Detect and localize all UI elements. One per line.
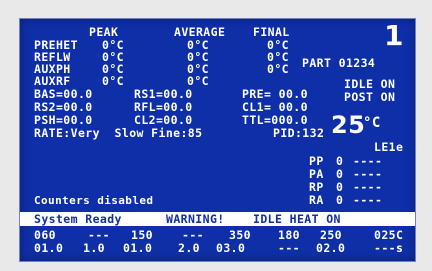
temperature-readout: 25 [331, 111, 366, 139]
counter-pa-dashes: ---- [353, 167, 383, 181]
row-auxrf-peak: 0°C [102, 74, 124, 88]
status-idle-heat: IDLE HEAT ON [253, 212, 341, 226]
bottom-r2-c8: ---s [374, 241, 404, 255]
counter-pp-dashes: ---- [353, 154, 383, 168]
bottom-r1-c2: --- [88, 228, 110, 242]
param-rfl: RFL=00.0 [134, 100, 193, 114]
big-number: 1 [384, 19, 404, 52]
param-cl2: CL2=00.0 [134, 113, 193, 127]
post-status: POST ON [344, 90, 396, 104]
status-warning: WARNING! [166, 212, 225, 226]
param-pid: PID:132 [273, 126, 325, 140]
device-bezel: PEAK AVERAGE FINAL PREHET 0°C 0°C 0°C RE… [0, 0, 432, 271]
part-number: PART 01234 [302, 56, 376, 70]
bottom-r1-c7: 250 [320, 228, 342, 242]
bottom-r1-c8: 025C [374, 228, 404, 242]
counters-status: Counters disabled [34, 194, 154, 207]
bottom-r2-c6: --- [278, 241, 300, 255]
column-header-peak: PEAK [89, 25, 119, 39]
row-auxrf-average: 0°C [187, 74, 209, 88]
temperature-unit: °C [363, 115, 381, 131]
counter-ra-dashes: ---- [353, 193, 383, 207]
bottom-r1-c4: --- [182, 228, 204, 242]
bottom-r2-c2: 1.0 [83, 241, 105, 255]
param-psh: PSH=00.0 [34, 113, 93, 127]
bottom-r2-c4: 2.0 [178, 241, 200, 255]
counter-rp-dashes: ---- [353, 180, 383, 194]
param-bas: BAS=00.0 [34, 87, 93, 101]
param-rs1: RS1=00.0 [134, 87, 193, 101]
counter-rp-label: RP [309, 180, 324, 194]
counter-pp-label: PP [309, 154, 324, 168]
row-label-auxrf: AUXRF [34, 74, 71, 88]
bottom-r1-c1: 060 [34, 228, 56, 242]
counter-pa-value: 0 [336, 167, 344, 181]
counter-pp-value: 0 [336, 154, 344, 168]
column-header-average: AVERAGE [174, 25, 226, 39]
bottom-r1-c5: 350 [229, 228, 251, 242]
bottom-r2-c5: 03.0 [216, 241, 246, 255]
counter-rp-value: 0 [336, 180, 344, 194]
param-pre: PRE= 00.0 [242, 87, 308, 101]
status-bar: System Ready WARNING! IDLE HEAT ON [20, 212, 415, 226]
bottom-r2-c1: 01.0 [34, 241, 64, 255]
counter-ra-value: 0 [336, 193, 344, 207]
param-rs2: RS2=00.0 [34, 100, 93, 114]
row-auxph-final: 0°C [267, 62, 289, 76]
le-code: LE1e [374, 140, 404, 154]
status-system-ready: System Ready [34, 212, 122, 226]
lcd-screen: PEAK AVERAGE FINAL PREHET 0°C 0°C 0°C RE… [19, 18, 416, 262]
counter-pa-label: PA [309, 167, 324, 181]
param-rate: RATE:Very Slow Fine:85 [34, 126, 203, 140]
param-ttl: TTL=000.0 [242, 113, 308, 127]
bottom-r1-c3: 150 [131, 228, 153, 242]
counter-ra-label: RA [309, 193, 324, 207]
column-header-final: FINAL [253, 25, 290, 39]
idle-status: IDLE ON [344, 77, 396, 91]
bottom-r2-c7: 02.0 [316, 241, 346, 255]
param-cl1: CL1= 00.0 [242, 100, 308, 114]
bottom-r1-c6: 180 [278, 228, 300, 242]
bottom-r2-c3: 01.0 [123, 241, 153, 255]
